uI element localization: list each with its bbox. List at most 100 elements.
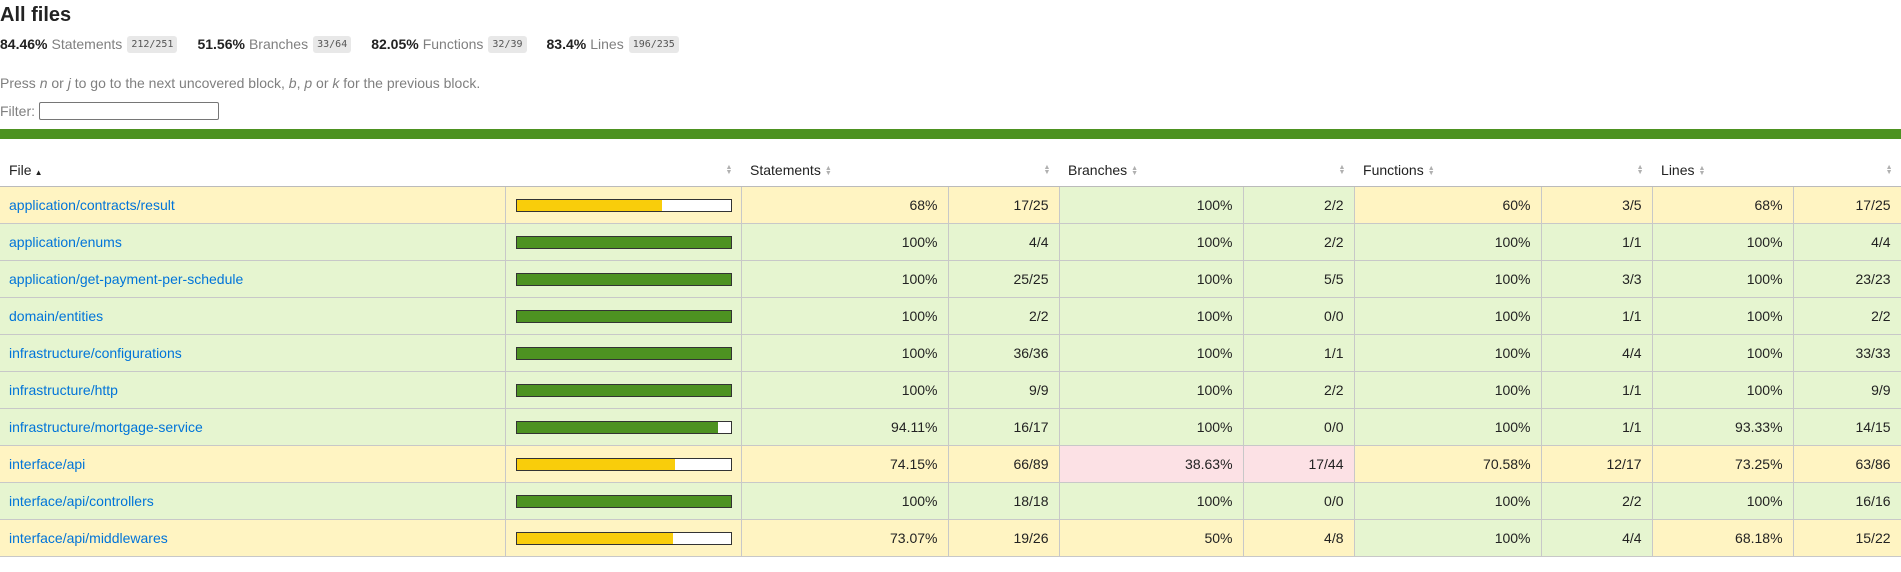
summary-pct: 51.56% bbox=[197, 36, 245, 52]
keyboard-hint: Press n or j to go to the next uncovered… bbox=[0, 74, 1901, 92]
branches-abs-cell: 17/44 bbox=[1243, 445, 1355, 483]
functions-abs-cell: 2/2 bbox=[1541, 482, 1653, 520]
header-label: Branches bbox=[1068, 161, 1128, 178]
header-functions[interactable]: Functions ▲ ▼ ▲ ▼ bbox=[1354, 153, 1653, 187]
branches-pct-cell: 50% bbox=[1059, 519, 1244, 557]
branches-pct-cell: 100% bbox=[1059, 371, 1244, 409]
coverage-table: File ▲ ▲ ▼ Statements ▲ ▼ ▲ ▼ Branches ▲ ▼ ▲ ▼ Fun… bbox=[0, 153, 1901, 557]
summary-label: Lines bbox=[590, 36, 624, 52]
filter-label: Filter: bbox=[0, 103, 35, 119]
table-row: interface/api/controllers 100% 18/18 100% 0/… bbox=[0, 482, 1901, 520]
functions-abs-cell: 4/4 bbox=[1541, 519, 1653, 557]
coverage-bar bbox=[515, 494, 732, 508]
coverage-bar bbox=[515, 383, 732, 397]
table-row: infrastructure/http 100% 9/9 100% 2/2 100% 1/1… bbox=[0, 371, 1901, 409]
summary-fraction: 212/251 bbox=[127, 35, 178, 53]
lines-pct-cell: 68% bbox=[1652, 186, 1794, 224]
lines-pct-cell: 93.33% bbox=[1652, 408, 1794, 446]
hint-text: to go to the next uncovered block, bbox=[70, 75, 289, 91]
header-branches[interactable]: Branches ▲ ▼ ▲ ▼ bbox=[1059, 153, 1355, 187]
filter-input[interactable] bbox=[39, 102, 219, 120]
branches-pct-cell: 100% bbox=[1059, 297, 1244, 335]
coverage-bar bbox=[515, 272, 732, 286]
file-link[interactable]: interface/api/middlewares bbox=[9, 530, 168, 546]
file-link[interactable]: application/contracts/result bbox=[9, 197, 175, 213]
statements-abs-cell: 19/26 bbox=[948, 519, 1060, 557]
branches-pct-cell: 100% bbox=[1059, 223, 1244, 261]
file-cell: infrastructure/mortgage-service bbox=[0, 408, 506, 446]
sort-ascending-icon: ▲ bbox=[34, 167, 43, 177]
coverage-bar-cell bbox=[505, 445, 742, 483]
table-row: infrastructure/mortgage-service 94.11% 16/… bbox=[0, 408, 1901, 446]
functions-abs-cell: 3/3 bbox=[1541, 260, 1653, 298]
coverage-bar bbox=[515, 531, 732, 545]
sort-icon: ▲ ▼ bbox=[1131, 164, 1139, 177]
coverage-status-line bbox=[0, 129, 1901, 139]
page-content: All files 84.46% Statements 212/251 51.5… bbox=[0, 0, 1901, 122]
statements-abs-cell: 16/17 bbox=[948, 408, 1060, 446]
functions-pct-cell: 100% bbox=[1354, 371, 1542, 409]
summary-pct: 84.46% bbox=[0, 36, 48, 52]
statements-abs-cell: 18/18 bbox=[948, 482, 1060, 520]
header-lines[interactable]: Lines ▲ ▼ ▲ ▼ bbox=[1652, 153, 1901, 187]
summary-fraction: 33/64 bbox=[313, 35, 352, 53]
lines-abs-cell: 63/86 bbox=[1793, 445, 1901, 483]
header-file[interactable]: File ▲ bbox=[0, 153, 505, 187]
page-title: All files bbox=[0, 4, 72, 26]
coverage-bar-fill bbox=[516, 310, 731, 322]
file-link[interactable]: domain/entities bbox=[9, 308, 103, 324]
statements-abs-cell: 2/2 bbox=[948, 297, 1060, 335]
file-cell: interface/api bbox=[0, 445, 506, 483]
branches-abs-cell: 0/0 bbox=[1243, 482, 1355, 520]
branches-abs-cell: 4/8 bbox=[1243, 519, 1355, 557]
coverage-bar bbox=[515, 198, 732, 212]
lines-abs-cell: 16/16 bbox=[1793, 482, 1901, 520]
hint-text: Press bbox=[0, 75, 40, 91]
statements-pct-cell: 100% bbox=[741, 371, 949, 409]
header-label: Statements bbox=[750, 161, 821, 178]
functions-pct-cell: 100% bbox=[1354, 408, 1542, 446]
coverage-bar bbox=[515, 457, 732, 471]
hint-text: or bbox=[312, 75, 333, 91]
summary-functions: 82.05% Functions 32/39 bbox=[371, 35, 527, 53]
statements-pct-cell: 94.11% bbox=[741, 408, 949, 446]
functions-abs-cell: 1/1 bbox=[1541, 371, 1653, 409]
lines-pct-cell: 68.18% bbox=[1652, 519, 1794, 557]
branches-abs-cell: 0/0 bbox=[1243, 408, 1355, 446]
coverage-bar-fill bbox=[516, 236, 731, 248]
lines-abs-cell: 17/25 bbox=[1793, 186, 1901, 224]
lines-abs-cell: 15/22 bbox=[1793, 519, 1901, 557]
file-link[interactable]: interface/api bbox=[9, 456, 85, 472]
summary-statements: 84.46% Statements 212/251 bbox=[0, 35, 178, 53]
header-bar[interactable]: ▲ ▼ bbox=[505, 153, 741, 187]
functions-pct-cell: 70.58% bbox=[1354, 445, 1542, 483]
file-link[interactable]: infrastructure/mortgage-service bbox=[9, 419, 203, 435]
statements-pct-cell: 74.15% bbox=[741, 445, 949, 483]
statements-pct-cell: 100% bbox=[741, 297, 949, 335]
table-body: application/contracts/result 68% 17/25 100%… bbox=[0, 186, 1901, 557]
coverage-bar-fill bbox=[516, 532, 673, 544]
table-row: application/enums 100% 4/4 100% 2/2 100% 1/1 10… bbox=[0, 223, 1901, 261]
file-link[interactable]: infrastructure/configurations bbox=[9, 345, 182, 361]
file-link[interactable]: interface/api/controllers bbox=[9, 493, 154, 509]
table-row: infrastructure/configurations 100% 36/36 10… bbox=[0, 334, 1901, 372]
lines-abs-cell: 9/9 bbox=[1793, 371, 1901, 409]
statements-pct-cell: 100% bbox=[741, 334, 949, 372]
branches-pct-cell: 100% bbox=[1059, 186, 1244, 224]
sort-icon: ▲ ▼ bbox=[725, 164, 733, 176]
table-header-row: File ▲ ▲ ▼ Statements ▲ ▼ ▲ ▼ Branches ▲ ▼ ▲ ▼ Fun… bbox=[0, 153, 1901, 187]
file-cell: application/contracts/result bbox=[0, 186, 506, 224]
summary-branches: 51.56% Branches 33/64 bbox=[197, 35, 352, 53]
header-statements[interactable]: Statements ▲ ▼ ▲ ▼ bbox=[741, 153, 1060, 187]
lines-pct-cell: 100% bbox=[1652, 334, 1794, 372]
functions-pct-cell: 100% bbox=[1354, 297, 1542, 335]
file-link[interactable]: application/get-payment-per-schedule bbox=[9, 271, 243, 287]
functions-pct-cell: 100% bbox=[1354, 260, 1542, 298]
file-cell: interface/api/controllers bbox=[0, 482, 506, 520]
coverage-bar-fill bbox=[516, 347, 731, 359]
file-link[interactable]: infrastructure/http bbox=[9, 382, 118, 398]
file-link[interactable]: application/enums bbox=[9, 234, 122, 250]
summary-fraction: 32/39 bbox=[488, 35, 527, 53]
statements-pct-cell: 73.07% bbox=[741, 519, 949, 557]
sort-icon: ▲ ▼ bbox=[1885, 164, 1893, 176]
